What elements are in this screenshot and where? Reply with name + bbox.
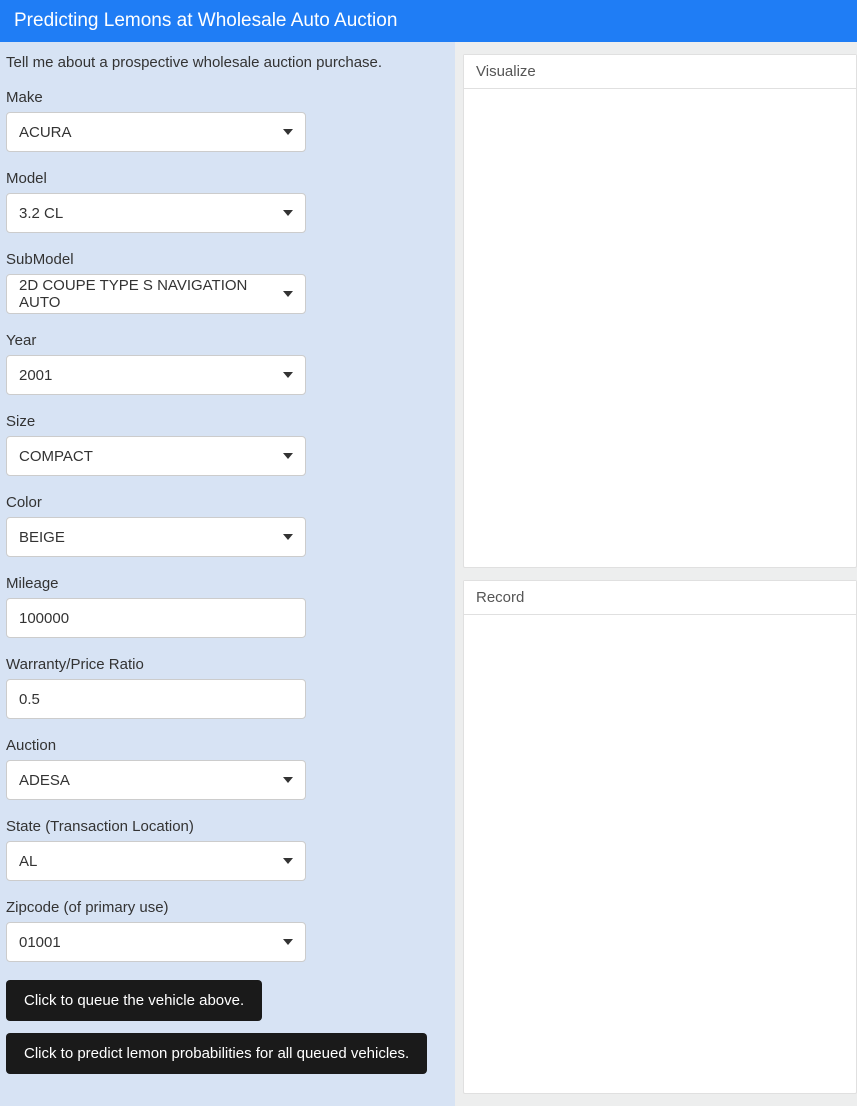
record-body (464, 615, 856, 1093)
caret-down-icon (283, 534, 293, 540)
caret-down-icon (283, 210, 293, 216)
field-ratio: Warranty/Price Ratio 0.5 (6, 656, 449, 719)
mileage-label: Mileage (6, 575, 449, 592)
size-select[interactable]: COMPACT (6, 436, 306, 476)
state-select[interactable]: AL (6, 841, 306, 881)
color-select[interactable]: BEIGE (6, 517, 306, 557)
zipcode-value: 01001 (19, 934, 61, 951)
caret-down-icon (283, 777, 293, 783)
color-value: BEIGE (19, 529, 65, 546)
submodel-select[interactable]: 2D COUPE TYPE S NAVIGATION AUTO (6, 274, 306, 314)
field-zipcode: Zipcode (of primary use) 01001 (6, 899, 449, 962)
caret-down-icon (283, 129, 293, 135)
state-label: State (Transaction Location) (6, 818, 449, 835)
page-header: Predicting Lemons at Wholesale Auto Auct… (0, 0, 857, 42)
year-select[interactable]: 2001 (6, 355, 306, 395)
make-select[interactable]: ACURA (6, 112, 306, 152)
submodel-value: 2D COUPE TYPE S NAVIGATION AUTO (19, 277, 283, 311)
year-label: Year (6, 332, 449, 349)
make-label: Make (6, 89, 449, 106)
caret-down-icon (283, 858, 293, 864)
ratio-input[interactable]: 0.5 (6, 679, 306, 719)
size-value: COMPACT (19, 448, 93, 465)
visualize-header: Visualize (464, 55, 856, 89)
ratio-value: 0.5 (19, 691, 40, 708)
field-make: Make ACURA (6, 89, 449, 152)
make-value: ACURA (19, 124, 72, 141)
form-panel: Tell me about a prospective wholesale au… (0, 42, 455, 1106)
field-mileage: Mileage 100000 (6, 575, 449, 638)
color-label: Color (6, 494, 449, 511)
mileage-input[interactable]: 100000 (6, 598, 306, 638)
model-label: Model (6, 170, 449, 187)
field-state: State (Transaction Location) AL (6, 818, 449, 881)
ratio-label: Warranty/Price Ratio (6, 656, 449, 673)
state-value: AL (19, 853, 37, 870)
model-value: 3.2 CL (19, 205, 63, 222)
field-color: Color BEIGE (6, 494, 449, 557)
main-layout: Tell me about a prospective wholesale au… (0, 42, 857, 1106)
queue-button[interactable]: Click to queue the vehicle above. (6, 980, 262, 1021)
record-panel: Record (463, 580, 857, 1094)
field-size: Size COMPACT (6, 413, 449, 476)
right-column: Visualize Record (455, 42, 857, 1106)
field-model: Model 3.2 CL (6, 170, 449, 233)
zipcode-select[interactable]: 01001 (6, 922, 306, 962)
mileage-value: 100000 (19, 610, 69, 627)
submodel-label: SubModel (6, 251, 449, 268)
page-title: Predicting Lemons at Wholesale Auto Auct… (14, 10, 397, 31)
visualize-panel: Visualize (463, 54, 857, 568)
predict-button[interactable]: Click to predict lemon probabilities for… (6, 1033, 427, 1074)
field-submodel: SubModel 2D COUPE TYPE S NAVIGATION AUTO (6, 251, 449, 314)
record-header: Record (464, 581, 856, 615)
caret-down-icon (283, 453, 293, 459)
auction-label: Auction (6, 737, 449, 754)
model-select[interactable]: 3.2 CL (6, 193, 306, 233)
field-year: Year 2001 (6, 332, 449, 395)
auction-select[interactable]: ADESA (6, 760, 306, 800)
year-value: 2001 (19, 367, 52, 384)
caret-down-icon (283, 939, 293, 945)
intro-text: Tell me about a prospective wholesale au… (6, 54, 449, 71)
caret-down-icon (283, 372, 293, 378)
visualize-body (464, 89, 856, 567)
caret-down-icon (283, 291, 293, 297)
field-auction: Auction ADESA (6, 737, 449, 800)
auction-value: ADESA (19, 772, 70, 789)
zipcode-label: Zipcode (of primary use) (6, 899, 449, 916)
size-label: Size (6, 413, 449, 430)
